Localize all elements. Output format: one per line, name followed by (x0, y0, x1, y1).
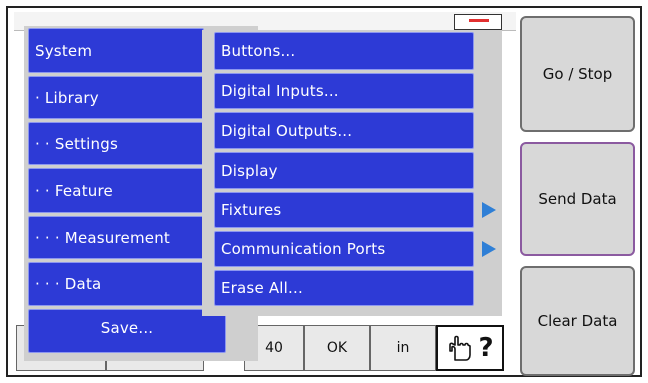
device-screen: Go / Stop Send Data Clear Data 40 OK in … (0, 0, 648, 383)
submenu-item-digital-outputs[interactable]: Digital Outputs... (214, 112, 474, 149)
send-data-button[interactable]: Send Data (520, 142, 635, 256)
hand-pointer-icon (449, 335, 472, 361)
help-question-mark: ? (478, 333, 494, 363)
submenu-item-buttons[interactable]: Buttons... (214, 32, 474, 70)
help-button[interactable]: ? (436, 325, 504, 371)
menu-item-data[interactable]: · · · Data (28, 262, 204, 306)
menu-item-system[interactable]: System (28, 28, 204, 73)
save-button[interactable]: Save... (28, 309, 226, 353)
clear-data-button[interactable]: Clear Data (520, 266, 635, 376)
menu-item-measurement[interactable]: · · · Measurement (28, 216, 204, 259)
menu-item-feature[interactable]: · · Feature (28, 168, 204, 213)
sub-menu-panel: Buttons... Digital Inputs... Digital Out… (202, 30, 502, 316)
menu-item-settings[interactable]: · · Settings (28, 122, 204, 165)
menu-item-library[interactable]: · Library (28, 76, 204, 119)
fixtures-submenu-arrow-icon[interactable] (482, 202, 496, 218)
go-stop-button[interactable]: Go / Stop (520, 16, 635, 132)
submenu-item-fixtures[interactable]: Fixtures (214, 192, 474, 228)
submenu-item-erase-all[interactable]: Erase All... (214, 270, 474, 306)
indicator-box (454, 14, 502, 30)
communication-ports-submenu-arrow-icon[interactable] (482, 241, 496, 257)
ok-button[interactable]: OK (304, 325, 370, 371)
submenu-item-communication-ports[interactable]: Communication Ports (214, 231, 474, 267)
submenu-item-digital-inputs[interactable]: Digital Inputs... (214, 73, 474, 109)
submenu-item-display[interactable]: Display (214, 152, 474, 189)
unit-button[interactable]: in (370, 325, 436, 371)
